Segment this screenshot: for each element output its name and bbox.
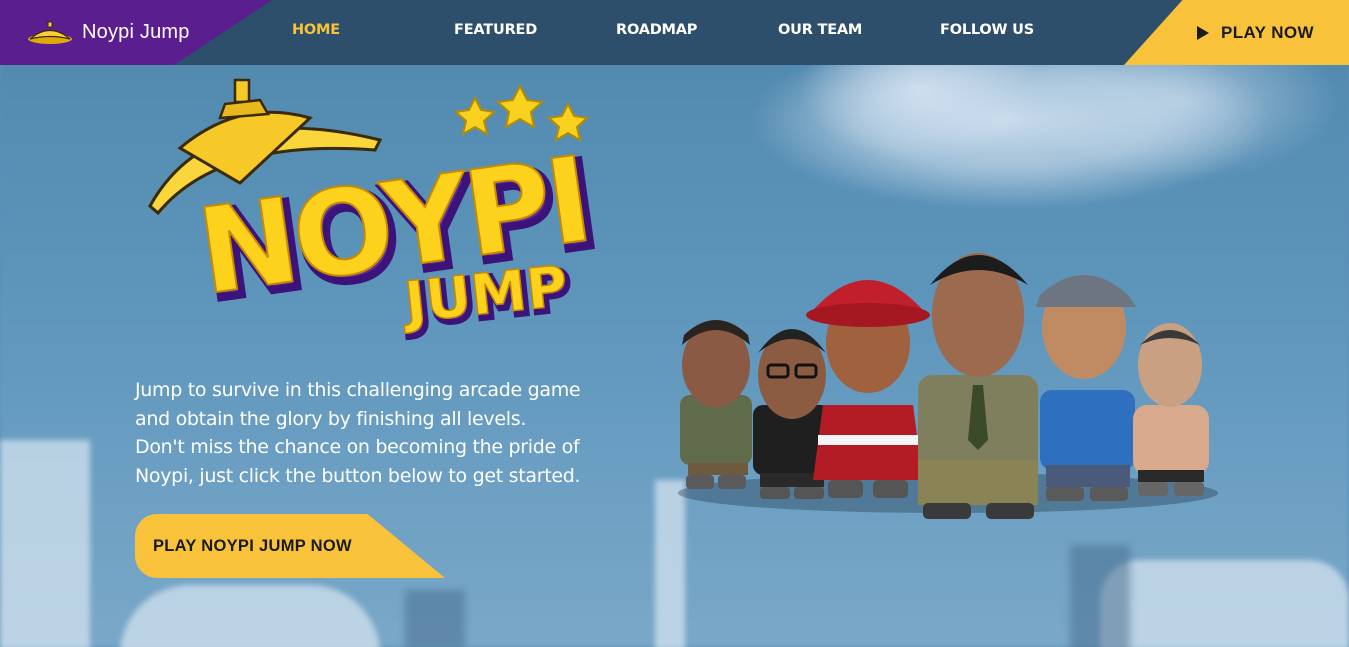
background-building	[1100, 560, 1349, 647]
nav-follow-us[interactable]: FOLLOW US	[940, 22, 1034, 38]
background-building	[120, 585, 380, 647]
character-5	[1036, 275, 1136, 501]
character-3	[806, 280, 930, 498]
description-line: and obtain the glory by finishing all le…	[135, 407, 527, 430]
character-1	[680, 320, 752, 489]
character-6	[1133, 323, 1209, 496]
nav-featured[interactable]: FEATURED	[454, 22, 537, 38]
play-now-label: PLAY NOW	[1221, 22, 1314, 42]
description-line: Jump to survive in this challenging arca…	[135, 379, 581, 401]
description-line: Don't miss the chance on becoming the pr…	[135, 436, 580, 459]
top-navigation: Noypi Jump HOME FEATURED ROADMAP OUR TEA…	[0, 0, 1349, 65]
nav-roadmap[interactable]: ROADMAP	[616, 22, 697, 38]
background-building	[1070, 545, 1130, 647]
noypi-jump-logo: NOYPI NOYPI JUMP JUMP	[148, 78, 605, 343]
cta-label: PLAY NOYPI JUMP NOW	[153, 536, 352, 555]
hero-description: Jump to survive in this challenging arca…	[135, 376, 615, 490]
background-building	[0, 440, 90, 647]
background-building	[405, 590, 465, 647]
characters-illustration	[678, 253, 1218, 519]
play-triangle-icon	[1197, 25, 1209, 40]
nav-home[interactable]: HOME	[292, 22, 340, 38]
nav-our-team[interactable]: OUR TEAM	[778, 22, 862, 38]
character-4	[918, 253, 1038, 519]
description-line: Noypi, just click the button below to ge…	[135, 464, 581, 487]
